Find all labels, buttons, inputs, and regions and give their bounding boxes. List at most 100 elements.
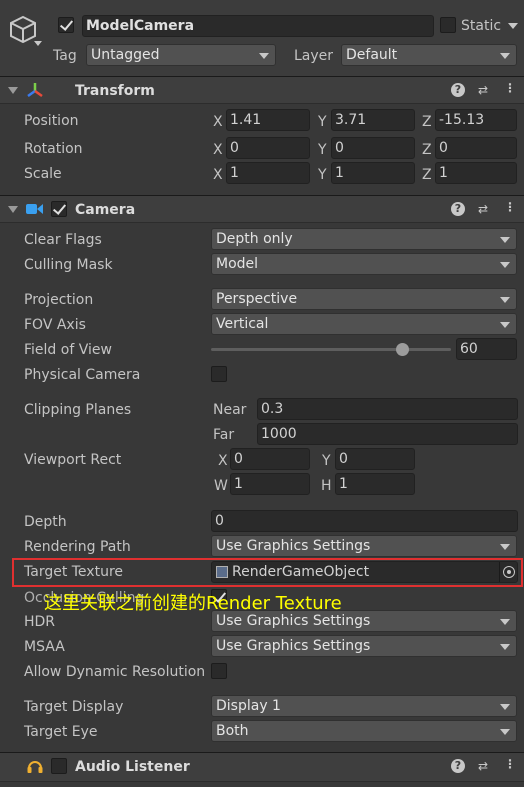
viewport-h-field[interactable]: 1 — [335, 473, 415, 495]
hdr-value: Use Graphics Settings — [216, 613, 371, 629]
far-label[interactable]: Far — [213, 426, 234, 444]
position-z-label[interactable]: Z — [422, 113, 432, 131]
help-icon[interactable]: ? — [451, 83, 465, 97]
fov-axis-dropdown[interactable]: Vertical — [211, 313, 517, 335]
scale-z-field[interactable]: 1 — [435, 162, 517, 184]
far-field[interactable]: 1000 — [257, 423, 518, 445]
viewport-y-field[interactable]: 0 — [335, 448, 415, 470]
msaa-dropdown[interactable]: Use Graphics Settings — [211, 635, 517, 657]
help-icon[interactable]: ? — [451, 759, 465, 773]
projection-value: Perspective — [216, 291, 298, 307]
camera-title: Camera — [75, 202, 136, 218]
scale-x-field[interactable]: 1 — [226, 162, 310, 184]
transform-axes-icon — [27, 83, 43, 98]
near-field[interactable]: 0.3 — [257, 398, 518, 420]
projection-label: Projection — [24, 292, 94, 308]
clear-flags-label: Clear Flags — [24, 232, 102, 248]
viewport-x-field[interactable]: 0 — [230, 448, 310, 470]
rotation-y-field[interactable]: 0 — [331, 137, 415, 159]
fov-slider-handle[interactable] — [395, 343, 409, 356]
msaa-label: MSAA — [24, 639, 65, 655]
culling-mask-value: Model — [216, 256, 259, 272]
static-checkbox[interactable] — [440, 17, 456, 33]
transform-foldout-icon[interactable] — [8, 87, 18, 94]
position-label: Position — [24, 113, 79, 129]
rotation-x-label[interactable]: X — [213, 141, 223, 159]
chevron-down-icon — [500, 237, 510, 243]
gameobject-cube-icon — [10, 15, 36, 44]
presets-icon[interactable]: ⇄ — [476, 202, 490, 216]
target-display-dropdown[interactable]: Display 1 — [211, 695, 517, 717]
camera-enabled-checkbox[interactable] — [51, 201, 67, 217]
rotation-label: Rotation — [24, 141, 83, 157]
headphones-icon — [27, 761, 43, 773]
viewport-y-label[interactable]: Y — [322, 452, 331, 470]
camera-icon — [26, 204, 43, 214]
clear-flags-value: Depth only — [216, 231, 293, 247]
viewport-w-label[interactable]: W — [214, 477, 228, 495]
audio-listener-enabled-checkbox[interactable] — [51, 758, 67, 774]
chevron-down-icon — [500, 322, 510, 328]
viewport-x-label[interactable]: X — [218, 452, 228, 470]
gameobject-icon-dropdown[interactable] — [34, 41, 42, 46]
field-of-view-label: Field of View — [24, 342, 112, 358]
position-y-label[interactable]: Y — [318, 113, 327, 131]
target-eye-dropdown[interactable]: Both — [211, 720, 517, 742]
culling-mask-dropdown[interactable]: Model — [211, 253, 517, 275]
rotation-z-field[interactable]: 0 — [435, 137, 517, 159]
rendering-path-value: Use Graphics Settings — [216, 538, 371, 554]
scale-z-label[interactable]: Z — [422, 166, 432, 184]
projection-dropdown[interactable]: Perspective — [211, 288, 517, 310]
position-x-label[interactable]: X — [213, 113, 223, 131]
audio-listener-title: Audio Listener — [75, 759, 190, 775]
target-display-value: Display 1 — [216, 698, 281, 714]
hdr-dropdown[interactable]: Use Graphics Settings — [211, 610, 517, 632]
more-options-icon[interactable]: ⋮ — [503, 81, 517, 95]
tag-label: Tag — [53, 48, 77, 64]
chevron-down-icon — [500, 644, 510, 650]
rotation-x-field[interactable]: 0 — [226, 137, 310, 159]
tag-dropdown[interactable]: Untagged — [86, 44, 276, 66]
target-eye-value: Both — [216, 723, 249, 739]
presets-icon[interactable]: ⇄ — [476, 759, 490, 773]
field-of-view-field[interactable]: 60 — [456, 338, 517, 360]
chevron-down-icon — [500, 53, 510, 59]
rotation-y-label[interactable]: Y — [318, 141, 327, 159]
chevron-down-icon — [259, 53, 269, 59]
clear-flags-dropdown[interactable]: Depth only — [211, 228, 517, 250]
position-z-field[interactable]: -15.13 — [435, 109, 517, 131]
scale-x-label[interactable]: X — [213, 166, 223, 184]
fov-axis-value: Vertical — [216, 316, 269, 332]
viewport-h-label[interactable]: H — [321, 477, 332, 495]
tag-value: Untagged — [91, 47, 160, 63]
layer-dropdown[interactable]: Default — [341, 44, 517, 66]
camera-foldout-icon[interactable] — [8, 206, 18, 213]
target-display-label: Target Display — [24, 699, 124, 715]
chevron-down-icon — [500, 544, 510, 550]
static-label[interactable]: Static — [461, 17, 501, 35]
culling-mask-label: Culling Mask — [24, 257, 113, 273]
more-options-icon[interactable]: ⋮ — [503, 200, 517, 214]
gameobject-name-field[interactable]: ModelCamera — [82, 15, 434, 37]
viewport-w-field[interactable]: 1 — [230, 473, 310, 495]
scale-y-label[interactable]: Y — [318, 166, 327, 184]
chevron-down-icon — [500, 262, 510, 268]
annotation-highlight-box — [12, 558, 523, 587]
static-dropdown-arrow[interactable] — [508, 23, 518, 29]
depth-field[interactable]: 0 — [211, 510, 518, 532]
scale-y-field[interactable]: 1 — [331, 162, 415, 184]
help-icon[interactable]: ? — [451, 202, 465, 216]
near-label[interactable]: Near — [213, 401, 246, 419]
allow-dynamic-resolution-checkbox[interactable] — [211, 663, 227, 679]
physical-camera-label: Physical Camera — [24, 367, 141, 383]
rendering-path-dropdown[interactable]: Use Graphics Settings — [211, 535, 517, 557]
position-x-field[interactable]: 1.41 — [226, 109, 310, 131]
more-options-icon[interactable]: ⋮ — [503, 757, 517, 771]
position-y-field[interactable]: 3.71 — [331, 109, 415, 131]
physical-camera-checkbox[interactable] — [211, 366, 227, 382]
presets-icon[interactable]: ⇄ — [476, 83, 490, 97]
transform-title: Transform — [75, 83, 155, 99]
gameobject-active-checkbox[interactable] — [58, 17, 74, 33]
rotation-z-label[interactable]: Z — [422, 141, 432, 159]
fov-slider-track[interactable] — [211, 348, 451, 351]
